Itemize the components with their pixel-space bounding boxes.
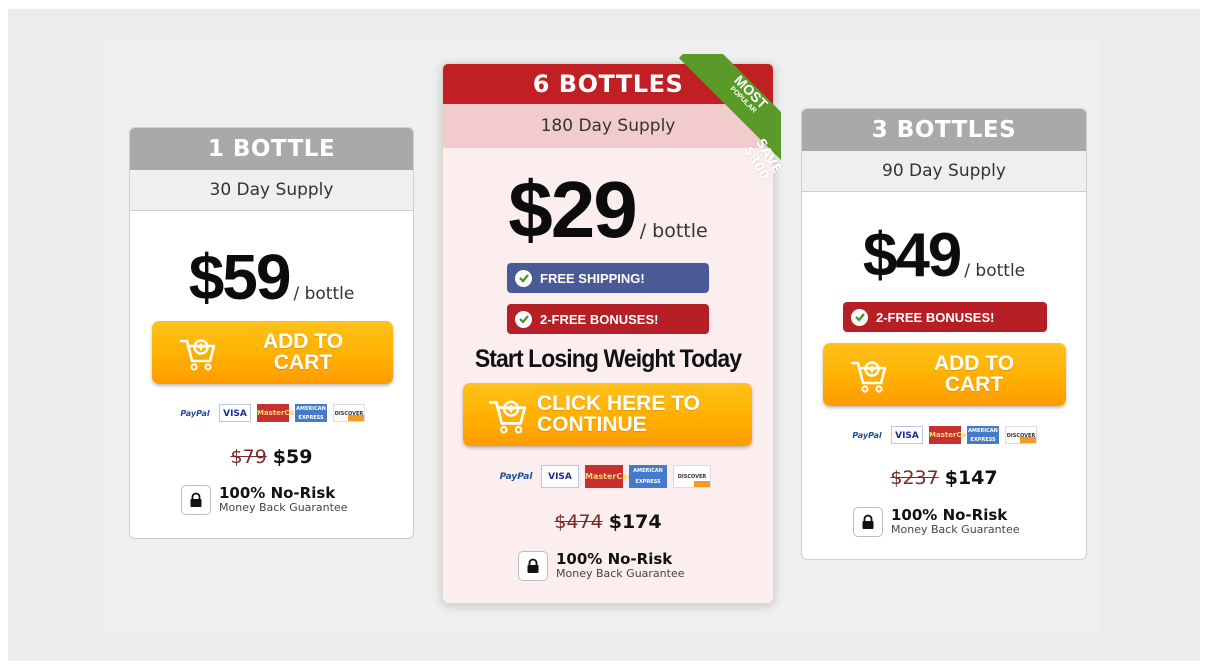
guarantee-subtitle: Money Back Guarantee <box>891 523 1020 536</box>
amex-logo: AMERICAN EXPRESS <box>629 465 667 488</box>
button-label-line2: CONTINUE <box>537 413 647 436</box>
headline: Start Losing Weight Today <box>474 345 742 373</box>
add-to-cart-button[interactable]: ADD TO CART <box>152 321 393 384</box>
guarantee-subtitle: Money Back Guarantee <box>556 567 685 580</box>
new-price: $59 <box>272 446 313 468</box>
badge-label: FREE SHIPPING! <box>540 270 645 286</box>
price-display: $59/ bottle <box>130 240 413 314</box>
discover-logo: DISCOVER <box>333 404 365 422</box>
button-label-line1: ADD TO <box>262 330 344 353</box>
paypal-logo: PayPal <box>180 408 210 418</box>
button-label-line2: CART <box>273 351 333 374</box>
payment-methods: PayPal VISA MasterCard AMERICAN EXPRESS … <box>497 465 711 488</box>
card-title: 1 BOTTLE <box>130 128 413 170</box>
card-supply: 90 Day Supply <box>802 151 1086 192</box>
payment-methods: PayPal VISA MasterCard AMERICAN EXPRESS … <box>177 404 365 422</box>
price-amount: $29 <box>508 165 637 254</box>
price-unit: / bottle <box>639 220 708 242</box>
amex-logo: AMERICAN EXPRESS <box>295 404 327 422</box>
amex-logo: AMERICAN EXPRESS <box>967 426 999 444</box>
mastercard-logo: MasterCard <box>585 465 637 488</box>
guarantee-title: 100% No-Risk <box>556 550 673 568</box>
price-unit: / bottle <box>964 261 1026 281</box>
button-label-line1: ADD TO <box>933 352 1015 375</box>
free-bonuses-badge: 2-FREE BONUSES! <box>843 302 1047 332</box>
cart-icon <box>179 338 216 371</box>
badge-label: 2-FREE BONUSES! <box>540 311 659 327</box>
discover-logo: DISCOVER <box>1005 426 1037 444</box>
price-amount: $59 <box>188 241 292 313</box>
free-bonuses-badge: 2-FREE BONUSES! <box>507 304 709 334</box>
payment-methods: PayPal VISA MasterCard AMERICAN EXPRESS … <box>849 426 1037 444</box>
old-price: $237 <box>890 467 939 489</box>
lock-icon <box>853 507 883 537</box>
guarantee: 100% No-Risk Money Back Guarantee <box>181 485 348 515</box>
button-label-line1: CLICK HERE TO <box>537 392 700 415</box>
mastercard-logo: MasterCard <box>929 426 975 444</box>
cart-icon <box>488 400 527 433</box>
pricing-card-3-bottles: 3 BOTTLES 90 Day Supply $49/ bottle 2-FR… <box>801 108 1087 560</box>
pricing-card-6-bottles: 6 BOTTLES 180 Day Supply MOST POPULAR SA… <box>442 54 784 604</box>
mastercard-logo: MasterCard <box>257 404 303 422</box>
click-here-to-continue-button[interactable]: CLICK HERE TO CONTINUE <box>463 383 752 446</box>
visa-logo: VISA <box>541 465 579 488</box>
check-icon <box>515 310 532 328</box>
pricing-card-1-bottle: 1 BOTTLE 30 Day Supply $59/ bottle ADD T… <box>129 127 414 539</box>
check-icon <box>851 308 868 326</box>
guarantee: 100% No-Risk Money Back Guarantee <box>518 551 685 581</box>
price-totals: $474 $174 <box>443 511 773 533</box>
new-price: $147 <box>944 467 998 489</box>
visa-logo: VISA <box>219 404 251 422</box>
price-display: $29/ bottle <box>443 164 773 256</box>
price-unit: / bottle <box>293 284 355 304</box>
paypal-logo: PayPal <box>499 471 533 482</box>
free-shipping-badge: FREE SHIPPING! <box>507 263 709 293</box>
guarantee-title: 100% No-Risk <box>891 506 1008 524</box>
guarantee-subtitle: Money Back Guarantee <box>219 501 348 514</box>
visa-logo: VISA <box>891 426 923 444</box>
price-totals: $237 $147 <box>802 467 1086 489</box>
button-label-line2: CART <box>944 373 1004 396</box>
price-display: $49/ bottle <box>802 220 1086 291</box>
guarantee: 100% No-Risk Money Back Guarantee <box>853 507 1020 537</box>
guarantee-title: 100% No-Risk <box>219 484 336 502</box>
paypal-logo: PayPal <box>852 430 882 440</box>
cart-icon <box>850 360 887 393</box>
card-supply: 30 Day Supply <box>130 170 413 211</box>
price-amount: $49 <box>862 221 962 290</box>
new-price: $174 <box>608 511 662 533</box>
price-totals: $79 $59 <box>130 446 413 468</box>
lock-icon <box>518 551 548 581</box>
old-price: $474 <box>554 511 603 533</box>
old-price: $79 <box>230 446 267 468</box>
add-to-cart-button[interactable]: ADD TO CART <box>823 343 1066 406</box>
badge-label: 2-FREE BONUSES! <box>876 309 995 325</box>
check-icon <box>515 269 532 287</box>
card-title: 3 BOTTLES <box>802 109 1086 151</box>
lock-icon <box>181 485 211 515</box>
discover-logo: DISCOVER <box>673 465 711 488</box>
